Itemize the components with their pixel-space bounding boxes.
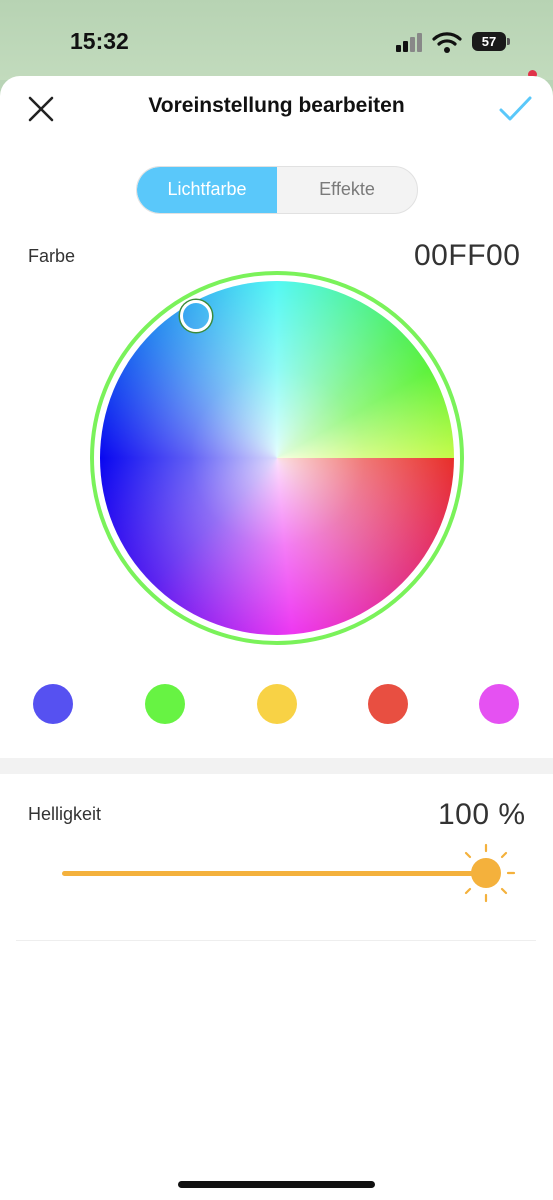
wifi-icon [432,32,462,53]
page-title: Voreinstellung bearbeiten [148,94,405,117]
sheet-header: Voreinstellung bearbeiten [0,76,553,140]
battery-icon: 57 [472,32,506,51]
tab-effekte[interactable]: Effekte [277,167,417,213]
tab-lichtfarbe[interactable]: Lichtfarbe [137,167,277,213]
section-divider-line [16,940,536,941]
swatch-green[interactable] [145,684,185,724]
brightness-value: 100 % [438,798,526,831]
mode-segmented-control: Lichtfarbe Effekte [136,166,418,214]
brightness-slider-track[interactable] [62,871,488,876]
color-hex-value[interactable]: 00FF00 [414,239,520,273]
sun-icon[interactable] [455,842,517,904]
checkmark-icon[interactable] [494,90,536,128]
color-wheel-spectrum[interactable] [100,281,454,635]
battery-nub [507,38,510,45]
signal-icon [394,30,424,54]
status-bar: 15:32 57 [0,0,553,80]
home-indicator[interactable] [178,1181,375,1188]
color-label: Farbe [28,246,76,266]
swatch-yellow[interactable] [257,684,297,724]
color-wheel[interactable] [90,271,464,645]
brightness-label: Helligkeit [28,804,102,824]
edit-preset-sheet: Voreinstellung bearbeiten Lichtfarbe Eff… [0,76,553,1200]
swatch-red[interactable] [368,684,408,724]
swatch-blue[interactable] [33,684,73,724]
status-time: 15:32 [70,28,129,54]
swatch-magenta[interactable] [479,684,519,724]
color-wheel-handle[interactable] [180,300,212,332]
section-divider [0,758,553,774]
